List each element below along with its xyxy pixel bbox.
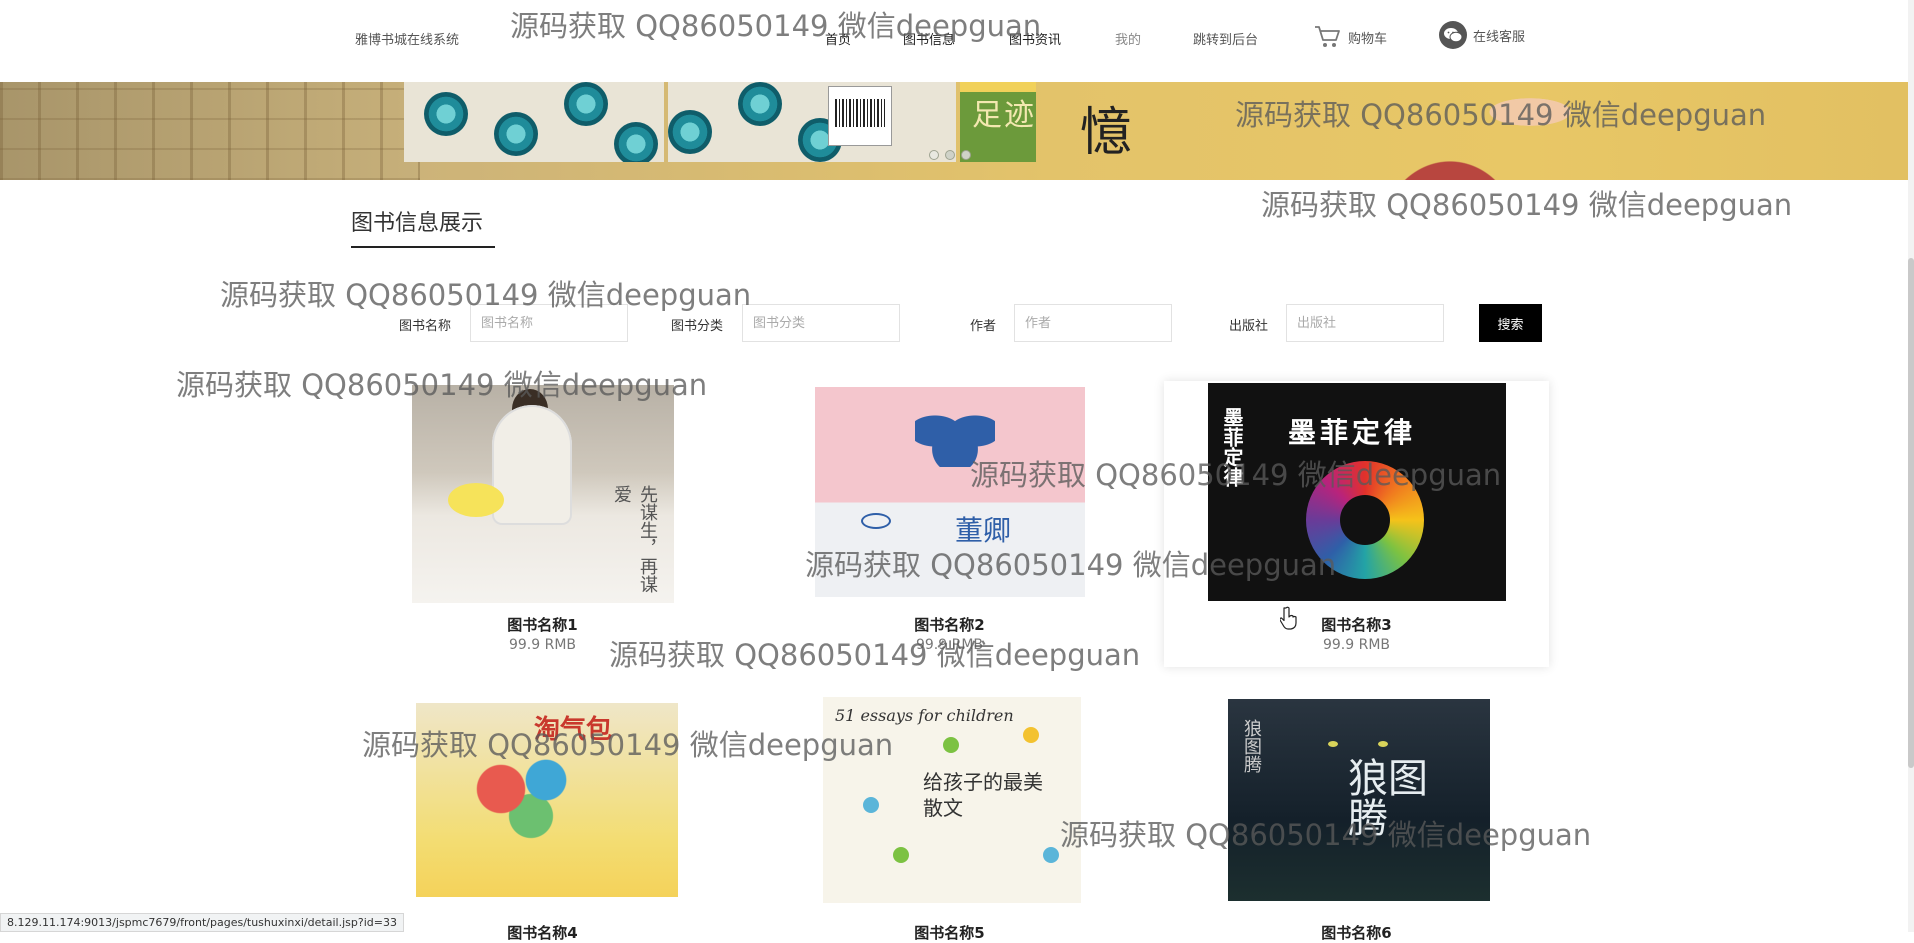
banner-book-cover-right xyxy=(668,82,956,162)
section-title: 图书信息展示 xyxy=(351,211,484,236)
book-price: 99.9 RMB xyxy=(508,637,577,653)
book-name-label: 图书名称 xyxy=(399,319,452,334)
book-card[interactable]: 董卿 图书名称2 99.9 RMB xyxy=(757,381,1142,667)
book-name-input[interactable] xyxy=(470,304,628,342)
book-cover-image: 墨菲定律 墨菲定律 xyxy=(1208,383,1506,601)
carousel-dot-1[interactable] xyxy=(929,150,939,160)
book-cover-en-title: 51 essays for children xyxy=(835,706,1014,725)
book-category-input[interactable] xyxy=(742,304,900,342)
book-name[interactable]: 图书名称3 xyxy=(1164,614,1549,635)
section-title-underline xyxy=(351,246,495,248)
book-cover-side-title: 狼图腾 xyxy=(1241,719,1262,773)
book-name[interactable]: 图书名称6 xyxy=(1164,922,1549,943)
book-name[interactable]: 图书名称2 xyxy=(757,614,1142,635)
book-cover-title: 给孩子的最美散文 xyxy=(923,770,1043,820)
carousel-dot-2[interactable] xyxy=(945,150,955,160)
publisher-label: 出版社 xyxy=(1229,319,1269,334)
author-label: 作者 xyxy=(970,319,997,334)
banner-calligraphy: 憶 xyxy=(1080,103,1133,163)
banner-figure-image xyxy=(1330,82,1590,180)
nav-home[interactable]: 首页 xyxy=(825,29,851,48)
carousel-dot-3[interactable] xyxy=(961,150,971,160)
shopping-cart-icon xyxy=(1315,26,1340,47)
book-card[interactable]: 淘气包 图书名称4 xyxy=(350,695,735,942)
barcode xyxy=(828,86,892,146)
book-cover-title: 董卿 xyxy=(955,514,1012,547)
banner-book-cover-left xyxy=(404,82,664,162)
nav-mine[interactable]: 我的 xyxy=(1115,29,1141,48)
link-status-bar: 8.129.11.174:9013/jspmc7679/front/pages/… xyxy=(0,913,404,932)
nav-cart-label: 购物车 xyxy=(1348,31,1388,47)
nav-book-news[interactable]: 图书资讯 xyxy=(1009,29,1061,48)
nav-service-label: 在线客服 xyxy=(1473,29,1526,45)
nav-cart[interactable]: 购物车 xyxy=(1314,24,1387,50)
wechat-icon xyxy=(1439,21,1467,49)
book-card[interactable]: 墨菲定律 墨菲定律 图书名称3 99.9 RMB xyxy=(1164,381,1549,667)
nav-backend[interactable]: 跳转到后台 xyxy=(1193,29,1258,48)
book-cover-title: 先谋生，再谋爱 xyxy=(611,485,658,593)
banner-spine-text: 足迹 xyxy=(972,98,1036,133)
book-card[interactable]: 51 essays for children 给孩子的最美散文 图书名称5 xyxy=(757,695,1142,942)
book-cover-title: 狼图腾 xyxy=(1348,756,1428,842)
book-card[interactable]: 狼图腾 狼图腾 图书名称6 xyxy=(1164,695,1549,942)
book-name[interactable]: 图书名称1 xyxy=(350,614,735,635)
author-input[interactable] xyxy=(1014,304,1172,342)
nav-book-info[interactable]: 图书信息 xyxy=(903,29,955,48)
book-cover-image: 董卿 xyxy=(815,387,1085,597)
nav-service[interactable]: 在线客服 xyxy=(1439,21,1525,49)
search-button[interactable]: 搜索 xyxy=(1479,304,1542,342)
top-header: 雅博书城在线系统 首页 图书信息 图书资讯 我的 跳转到后台 购物车 在线客服 xyxy=(0,0,1914,82)
book-name[interactable]: 图书名称5 xyxy=(757,922,1142,943)
book-price: 99.9 RMB xyxy=(1322,637,1391,653)
site-title[interactable]: 雅博书城在线系统 xyxy=(355,29,459,48)
watermark: 源码获取 QQ86050149 微信deepguan xyxy=(1261,188,1793,222)
book-cover-image: 淘气包 xyxy=(416,703,678,897)
book-card[interactable]: 先谋生，再谋爱 图书名称1 99.9 RMB xyxy=(350,381,735,667)
book-cover-title: 淘气包 xyxy=(534,715,613,745)
book-price: 99.9 RMB xyxy=(915,637,984,653)
book-cover-side-title: 墨菲定律 xyxy=(1220,407,1244,487)
book-cover-image: 狼图腾 狼图腾 xyxy=(1228,699,1490,901)
hand-cursor-icon xyxy=(1280,606,1297,630)
banner-building-image xyxy=(0,82,420,180)
book-category-label: 图书分类 xyxy=(671,319,724,334)
book-name[interactable]: 图书名称4 xyxy=(350,922,735,943)
publisher-input[interactable] xyxy=(1286,304,1444,342)
book-cover-image: 51 essays for children 给孩子的最美散文 xyxy=(823,697,1081,903)
book-cover-image: 先谋生，再谋爱 xyxy=(412,385,674,603)
book-cover-title: 墨菲定律 xyxy=(1288,416,1417,449)
scrollbar-thumb[interactable] xyxy=(1908,258,1914,768)
banner-carousel[interactable]: 足迹 憶 xyxy=(0,82,1908,180)
